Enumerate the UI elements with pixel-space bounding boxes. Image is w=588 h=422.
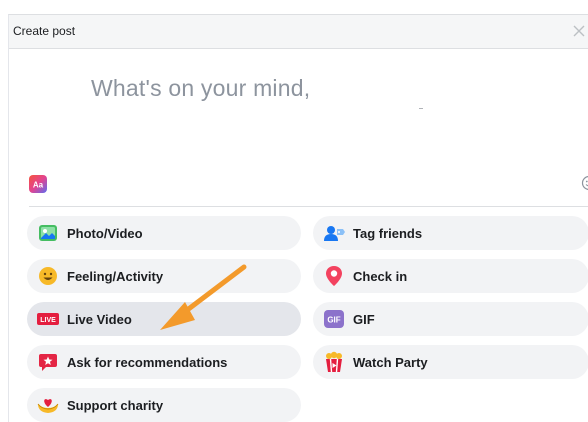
create-post-dialog: Create post What's on your mind, Aa (8, 14, 588, 422)
gif-label: GIF (353, 312, 375, 327)
emoji-icon[interactable] (581, 175, 588, 191)
text-background-icon[interactable]: Aa (29, 175, 47, 193)
check-in-label: Check in (353, 269, 407, 284)
gif-option[interactable]: GIF GIF (313, 302, 588, 336)
gif-icon: GIF (323, 308, 345, 330)
live-video-label: Live Video (67, 312, 132, 327)
feeling-activity-option[interactable]: Feeling/Activity (27, 259, 301, 293)
photo-video-option[interactable]: Photo/Video (27, 216, 301, 250)
feeling-activity-label: Feeling/Activity (67, 269, 163, 284)
post-text-input[interactable]: What's on your mind, (91, 75, 310, 102)
tag-friends-option[interactable]: Tag friends (313, 216, 588, 250)
watch-party-icon (323, 351, 345, 373)
check-in-option[interactable]: Check in (313, 259, 588, 293)
ask-recommendations-label: Ask for recommendations (67, 355, 227, 370)
tag-friends-icon (323, 222, 345, 244)
support-charity-label: Support charity (67, 398, 163, 413)
ask-recommendations-option[interactable]: Ask for recommendations (27, 345, 301, 379)
gif-badge-text: GIF (327, 316, 340, 325)
watch-party-label: Watch Party (353, 355, 428, 370)
support-charity-option[interactable]: Support charity (27, 388, 301, 422)
composer-divider (29, 206, 588, 207)
live-badge-text: LIVE (40, 317, 56, 324)
live-video-option[interactable]: LIVE Live Video (27, 302, 301, 336)
live-video-icon: LIVE (37, 308, 59, 330)
text-cursor (419, 108, 423, 109)
dialog-title: Create post (13, 24, 75, 38)
dialog-header: Create post (9, 15, 588, 49)
photo-video-label: Photo/Video (67, 226, 143, 241)
charity-icon (37, 394, 59, 416)
check-in-icon (323, 265, 345, 287)
svg-text:Aa: Aa (33, 181, 44, 190)
close-icon[interactable] (571, 23, 587, 39)
feeling-icon (37, 265, 59, 287)
photo-video-icon (37, 222, 59, 244)
watch-party-option[interactable]: Watch Party (313, 345, 588, 379)
tag-friends-label: Tag friends (353, 226, 422, 241)
recommendations-icon (37, 351, 59, 373)
